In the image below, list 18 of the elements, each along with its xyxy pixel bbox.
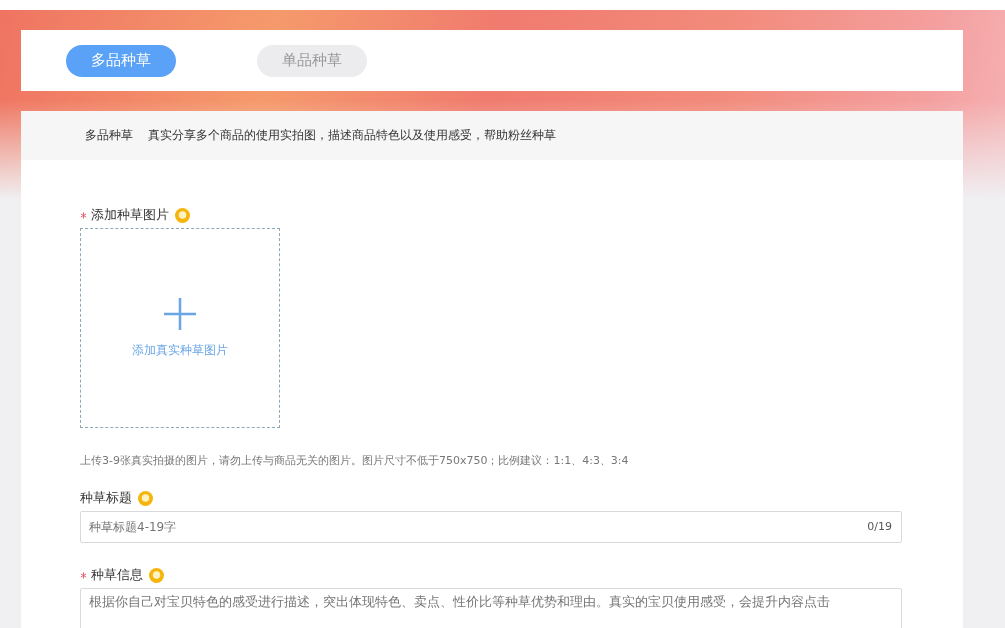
intro-text: 真实分享多个商品的使用实拍图，描述商品特色以及使用感受，帮助粉丝种草	[148, 127, 556, 144]
tab[interactable]: 单品种草	[257, 44, 367, 77]
plus-icon	[164, 297, 196, 330]
char-counter: 0/19	[867, 520, 892, 533]
info-icon[interactable]	[175, 207, 190, 223]
upload-label: 添加真实种草图片	[132, 341, 228, 359]
required-icon	[80, 571, 87, 579]
required-icon	[80, 211, 87, 219]
intro-title: 多品种草	[85, 127, 133, 144]
tab[interactable]: 多品种草	[66, 44, 176, 77]
hint-text: 上传3-9张真实拍摄的图片，请勿上传与商品无关的图片。图片尺寸不低于750x750；比例建议：1:1、4:3、3:4	[80, 453, 630, 468]
upload-area[interactable]: 添加真实种草图片	[80, 228, 280, 428]
info-icon[interactable]	[138, 490, 153, 506]
info-icon[interactable]	[149, 567, 164, 583]
field-label: 添加种草图片	[91, 206, 169, 224]
field-label: 种草信息	[91, 566, 143, 584]
info-field[interactable]: 根据你自己对宝贝特色的感受进行描述，突出体现特色、卖点、性价比等种草优势和理由。真实的宝贝使用感受，会提升内容点击	[80, 588, 902, 628]
field-label: 种草标题	[80, 489, 132, 507]
